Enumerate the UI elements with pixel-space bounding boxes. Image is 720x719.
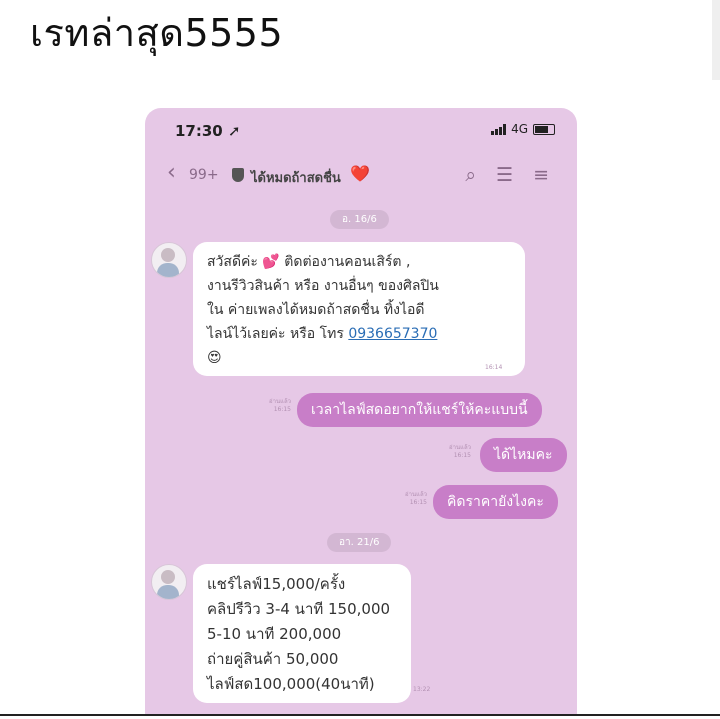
- emoji: 😍: [207, 350, 222, 366]
- status-indicators: 4G: [491, 122, 555, 136]
- heart-icon: ❤️: [350, 164, 370, 183]
- date-separator: อ. 16/6: [330, 210, 389, 229]
- avatar[interactable]: [151, 242, 187, 278]
- date-separator: อา. 21/6: [327, 533, 392, 552]
- message-bubble-outgoing: คิดราคายังไงคะ: [433, 485, 558, 519]
- phone-link[interactable]: 0936657370: [348, 326, 437, 342]
- adjacent-image-edge: [712, 0, 720, 80]
- notes-icon[interactable]: ☰: [496, 166, 513, 185]
- message-bubble-incoming: สวัสดีค่ะ 💕 ติดต่องานคอนเสิร์ต , งานรีวิ…: [193, 242, 525, 376]
- menu-icon[interactable]: ≡: [533, 166, 549, 185]
- chat-name: ได้หมดถ้าสดชื่น: [251, 171, 341, 186]
- battery-icon: [533, 123, 555, 135]
- read-receipt: อ่านแล้ว 16:15: [449, 444, 471, 459]
- back-chevron-icon[interactable]: ‹: [167, 160, 176, 185]
- unread-count[interactable]: 99+: [189, 167, 219, 183]
- avatar[interactable]: [151, 564, 187, 600]
- status-time: 17:30 ➚: [175, 122, 241, 140]
- message-bubble-outgoing: เวลาไลฟ์สดอยากให้แชร์ให้คะแบบนี้: [297, 393, 542, 427]
- chat-header: ‹ 99+ ได้หมดถ้าสดชื่น ❤️ ⌕ ☰ ≡: [145, 158, 577, 194]
- read-receipt: อ่านแล้ว 16:15: [405, 491, 427, 506]
- status-bar: 17:30 ➚ 4G: [145, 108, 577, 152]
- message-time: 13:22: [413, 686, 431, 693]
- read-receipt: อ่านแล้ว 16:15: [269, 398, 291, 413]
- message-time: 16:14: [485, 364, 503, 371]
- message-bubble-incoming: แชร์ไลฟ์15,000/ครั้ง คลิปรีวิว 3-4 นาที …: [193, 564, 411, 703]
- message-bubble-outgoing: ได้ไหมคะ: [480, 438, 567, 472]
- header-actions: ⌕ ☰ ≡: [465, 166, 549, 185]
- shield-icon: [232, 168, 244, 182]
- network-label: 4G: [511, 122, 528, 136]
- location-arrow-icon: ➚: [227, 122, 241, 140]
- signal-icon: [491, 123, 507, 135]
- chat-screenshot: 17:30 ➚ 4G ‹ 99+ ได้หมดถ้าสดชื่น ❤️ ⌕ ☰ …: [145, 108, 577, 714]
- post-title: เรทล่าสุด5555: [30, 11, 284, 55]
- divider: [0, 714, 720, 716]
- search-icon[interactable]: ⌕: [465, 166, 476, 185]
